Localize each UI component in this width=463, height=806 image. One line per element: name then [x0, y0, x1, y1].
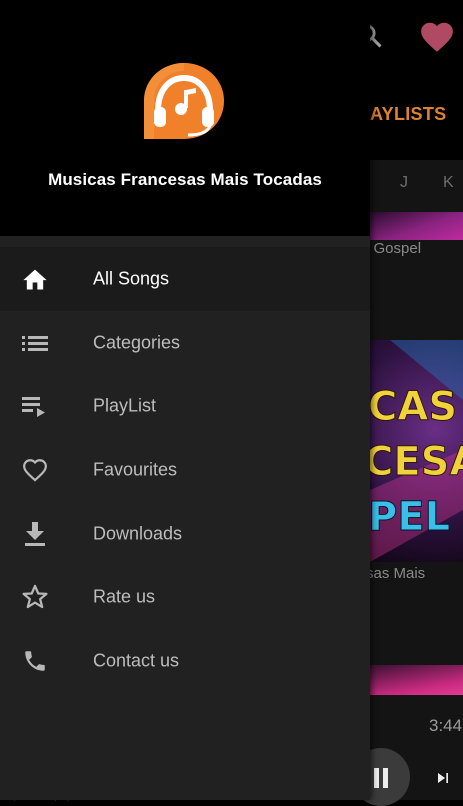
- card-artwork[interactable]: [370, 665, 463, 695]
- card-title: sas Mais: [366, 565, 426, 582]
- phone-icon: [21, 647, 49, 675]
- menu-item-label: Favourites: [93, 459, 178, 480]
- app-title: Musicas Francesas Mais Tocadas: [48, 170, 322, 189]
- favourite-heart-icon[interactable]: [417, 18, 457, 56]
- menu-item-label: Categories: [93, 332, 181, 353]
- list-icon: [21, 329, 49, 357]
- menu-item-label: Downloads: [93, 523, 183, 544]
- menu-item-all-songs[interactable]: All Songs: [0, 247, 370, 311]
- card-artwork[interactable]: [370, 212, 463, 240]
- menu-item-playlist[interactable]: PlayList: [0, 374, 370, 438]
- menu-item-downloads[interactable]: Downloads: [0, 502, 370, 566]
- menu-item-favourites[interactable]: Favourites: [0, 438, 370, 502]
- navigation-drawer: Musicas Francesas Mais Tocadas All Songs…: [0, 0, 370, 800]
- drawer-header: Musicas Francesas Mais Tocadas: [0, 0, 370, 236]
- menu-item-label: PlayList: [93, 395, 157, 416]
- artwork-text: CAS: [370, 384, 457, 430]
- menu-item-label: All Songs: [93, 268, 170, 289]
- alphabet-letter[interactable]: J: [400, 174, 408, 192]
- artwork-text: PEL: [370, 494, 450, 540]
- drawer-menu: All Songs Categories PlayList Favourites: [0, 247, 370, 693]
- menu-item-label: Contact us: [93, 650, 180, 671]
- star-outline-icon: [21, 583, 49, 611]
- player-time: 3:44: [429, 716, 463, 735]
- alphabet-letter[interactable]: K: [443, 174, 454, 192]
- home-icon: [21, 265, 49, 293]
- playlist-icon: [21, 392, 49, 420]
- menu-item-label: Rate us: [93, 586, 156, 607]
- tab-playlists[interactable]: AYLISTS: [370, 104, 446, 125]
- menu-item-contact-us[interactable]: Contact us: [0, 629, 370, 693]
- pause-icon: [372, 766, 390, 790]
- download-icon: [21, 520, 49, 548]
- app-logo-headphones-icon: [140, 61, 228, 141]
- artwork-text: CESAS: [370, 439, 463, 485]
- skip-next-icon[interactable]: [433, 768, 453, 788]
- card-title: l Gospel: [366, 240, 422, 257]
- menu-item-rate-us[interactable]: Rate us: [0, 565, 370, 629]
- card-artwork[interactable]: CAS CESAS PEL: [370, 340, 463, 562]
- menu-item-categories[interactable]: Categories: [0, 311, 370, 375]
- heart-outline-icon: [21, 456, 49, 484]
